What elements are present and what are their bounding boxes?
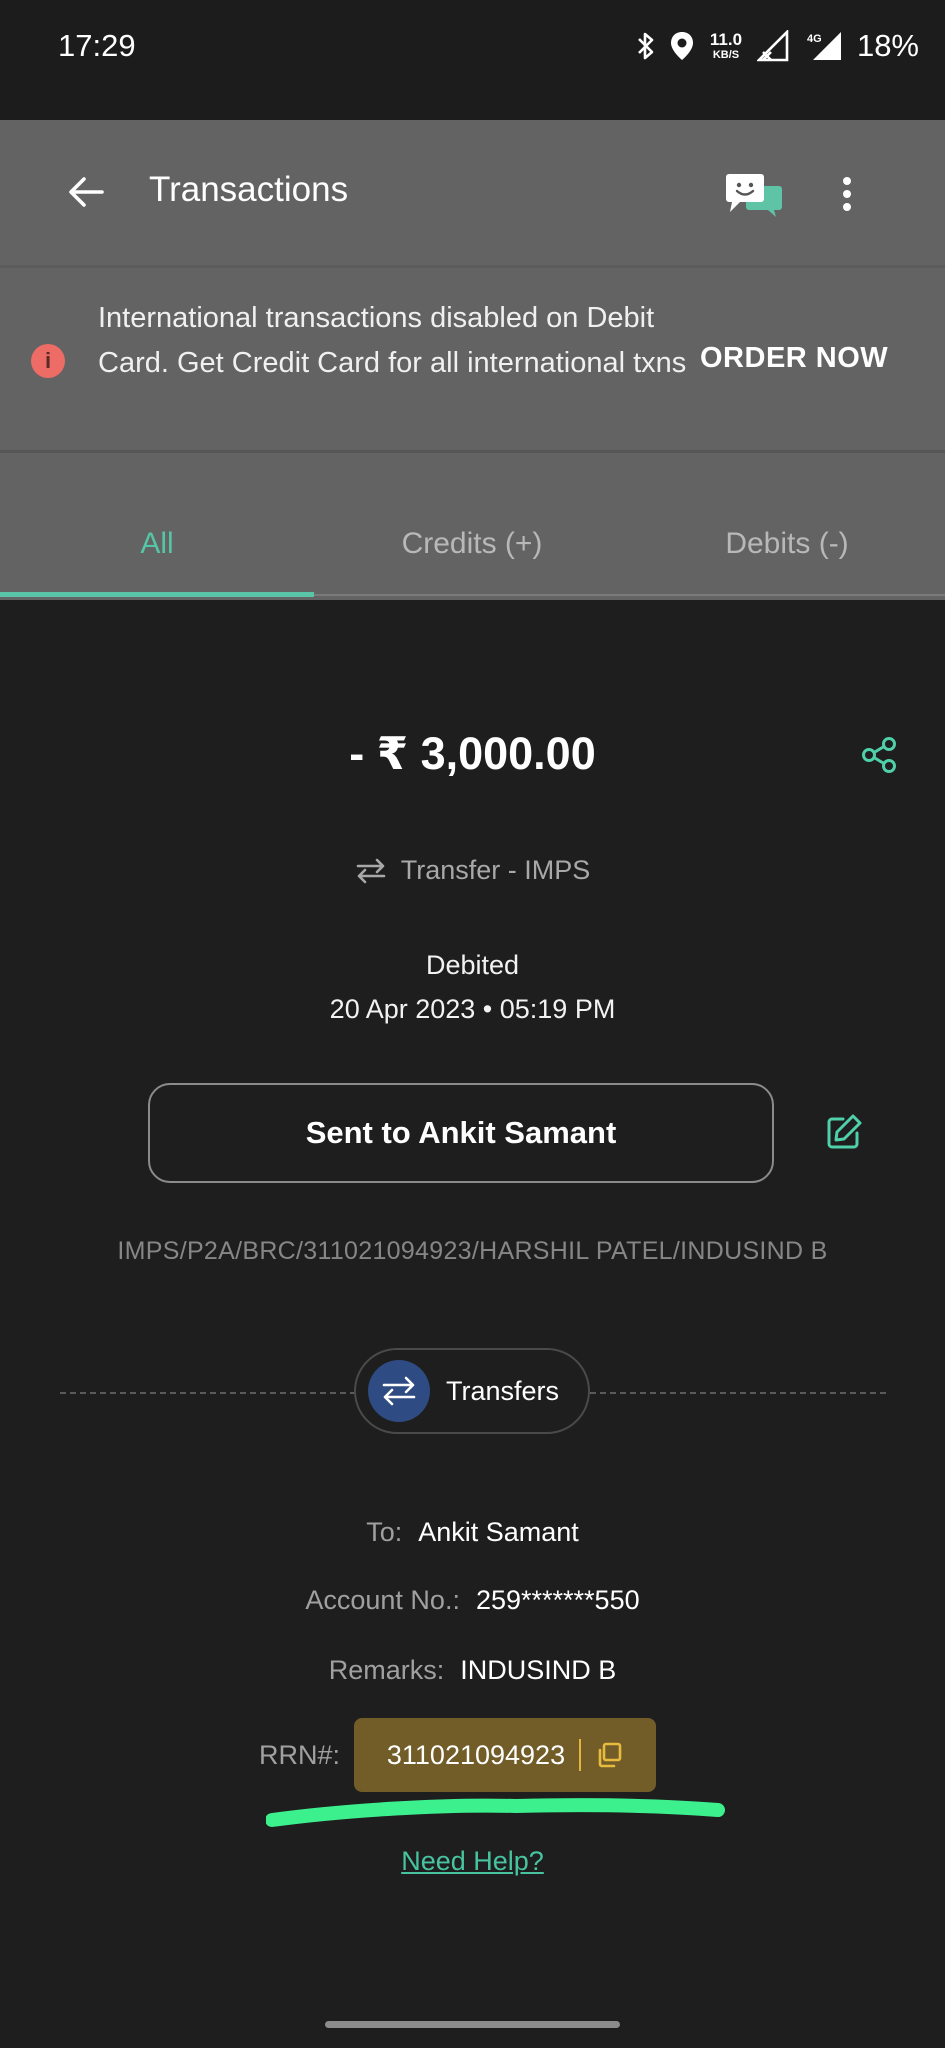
status-icons: 11.0 KB/S 4G 18% (635, 26, 919, 66)
status-time: 17:29 (58, 28, 136, 63)
rrn-label: RRN#: (258, 1739, 340, 1770)
transaction-type-row: Transfer - IMPS (0, 855, 945, 886)
category-label: Transfers (446, 1375, 560, 1406)
order-now-button[interactable]: ORDER NOW (700, 342, 888, 375)
banner-divider (0, 265, 945, 268)
tab-indicator (0, 592, 314, 597)
category-chip[interactable]: Transfers (354, 1348, 590, 1434)
page-title: Transactions (149, 170, 349, 209)
remarks-value: INDUSIND B (460, 1655, 617, 1685)
banner-text: International transactions disabled on D… (98, 302, 687, 379)
net-speed-unit: KB/S (712, 48, 740, 61)
battery-level: 18% (856, 28, 919, 63)
arrow-left-icon[interactable] (66, 172, 106, 212)
app-bar (0, 120, 945, 265)
detail-row-rrn: RRN#: 311021094923 (0, 1718, 945, 1792)
transfer-arrows-icon (356, 858, 386, 883)
rrn-value: 311021094923 (386, 1739, 566, 1770)
tab-all[interactable]: All (0, 527, 314, 561)
signal-icon (756, 30, 789, 62)
transaction-datetime: 20 Apr 2023 • 05:19 PM (329, 994, 616, 1024)
share-icon[interactable] (860, 736, 898, 774)
remarks-label: Remarks: (328, 1655, 445, 1685)
network-type: 4G (807, 33, 822, 45)
rrn-copy-box[interactable]: 311021094923 (354, 1718, 656, 1792)
to-label: To: (366, 1517, 403, 1547)
need-help-link[interactable]: Need Help? (0, 1846, 945, 1877)
net-speed-value: 11.0 (709, 29, 743, 49)
home-indicator[interactable] (325, 2021, 620, 2028)
sent-to-label: Sent to Ankit Samant (305, 1115, 617, 1150)
bluetooth-icon (638, 32, 654, 60)
edit-icon[interactable] (825, 1113, 863, 1151)
net-speed: 11.0 KB/S (707, 31, 745, 62)
transfer-arrows-icon (382, 1376, 416, 1406)
dashed-divider-right (590, 1392, 886, 1394)
chat-support-icon[interactable] (724, 172, 784, 218)
transaction-status: Debited (425, 950, 520, 980)
detail-row-to: To: Ankit Samant (0, 1517, 945, 1548)
transaction-narration: IMPS/P2A/BRC/311021094923/HARSHIL PATEL/… (117, 1237, 828, 1265)
highlight-underline-mark (266, 1798, 725, 1827)
detail-row-account: Account No.: 259*******550 (0, 1585, 945, 1616)
rrn-separator (579, 1739, 582, 1771)
transaction-detail-sheet (0, 628, 945, 2048)
dashed-divider-left (60, 1392, 356, 1394)
to-value: Ankit Samant (418, 1517, 579, 1547)
account-label: Account No.: (305, 1585, 460, 1615)
transaction-amount: - ₹ 3,000.00 (349, 728, 596, 779)
account-value: 259*******550 (475, 1585, 640, 1615)
detail-row-remarks: Remarks: INDUSIND B (0, 1655, 945, 1686)
signal-4g-icon: 4G (807, 32, 841, 60)
copy-icon[interactable] (595, 1741, 623, 1769)
info-icon-glyph: i (44, 348, 52, 373)
transaction-type: Transfer - IMPS (400, 855, 591, 885)
info-icon: i (31, 344, 65, 378)
more-vert-icon[interactable] (836, 176, 858, 212)
tab-debits[interactable]: Debits (-) (630, 527, 944, 561)
location-icon (670, 32, 693, 60)
tab-credits[interactable]: Credits (+) (315, 527, 629, 561)
sent-to-button[interactable]: Sent to Ankit Samant (148, 1083, 774, 1183)
banner-bottom-divider (0, 450, 945, 453)
category-circle (368, 1360, 430, 1422)
